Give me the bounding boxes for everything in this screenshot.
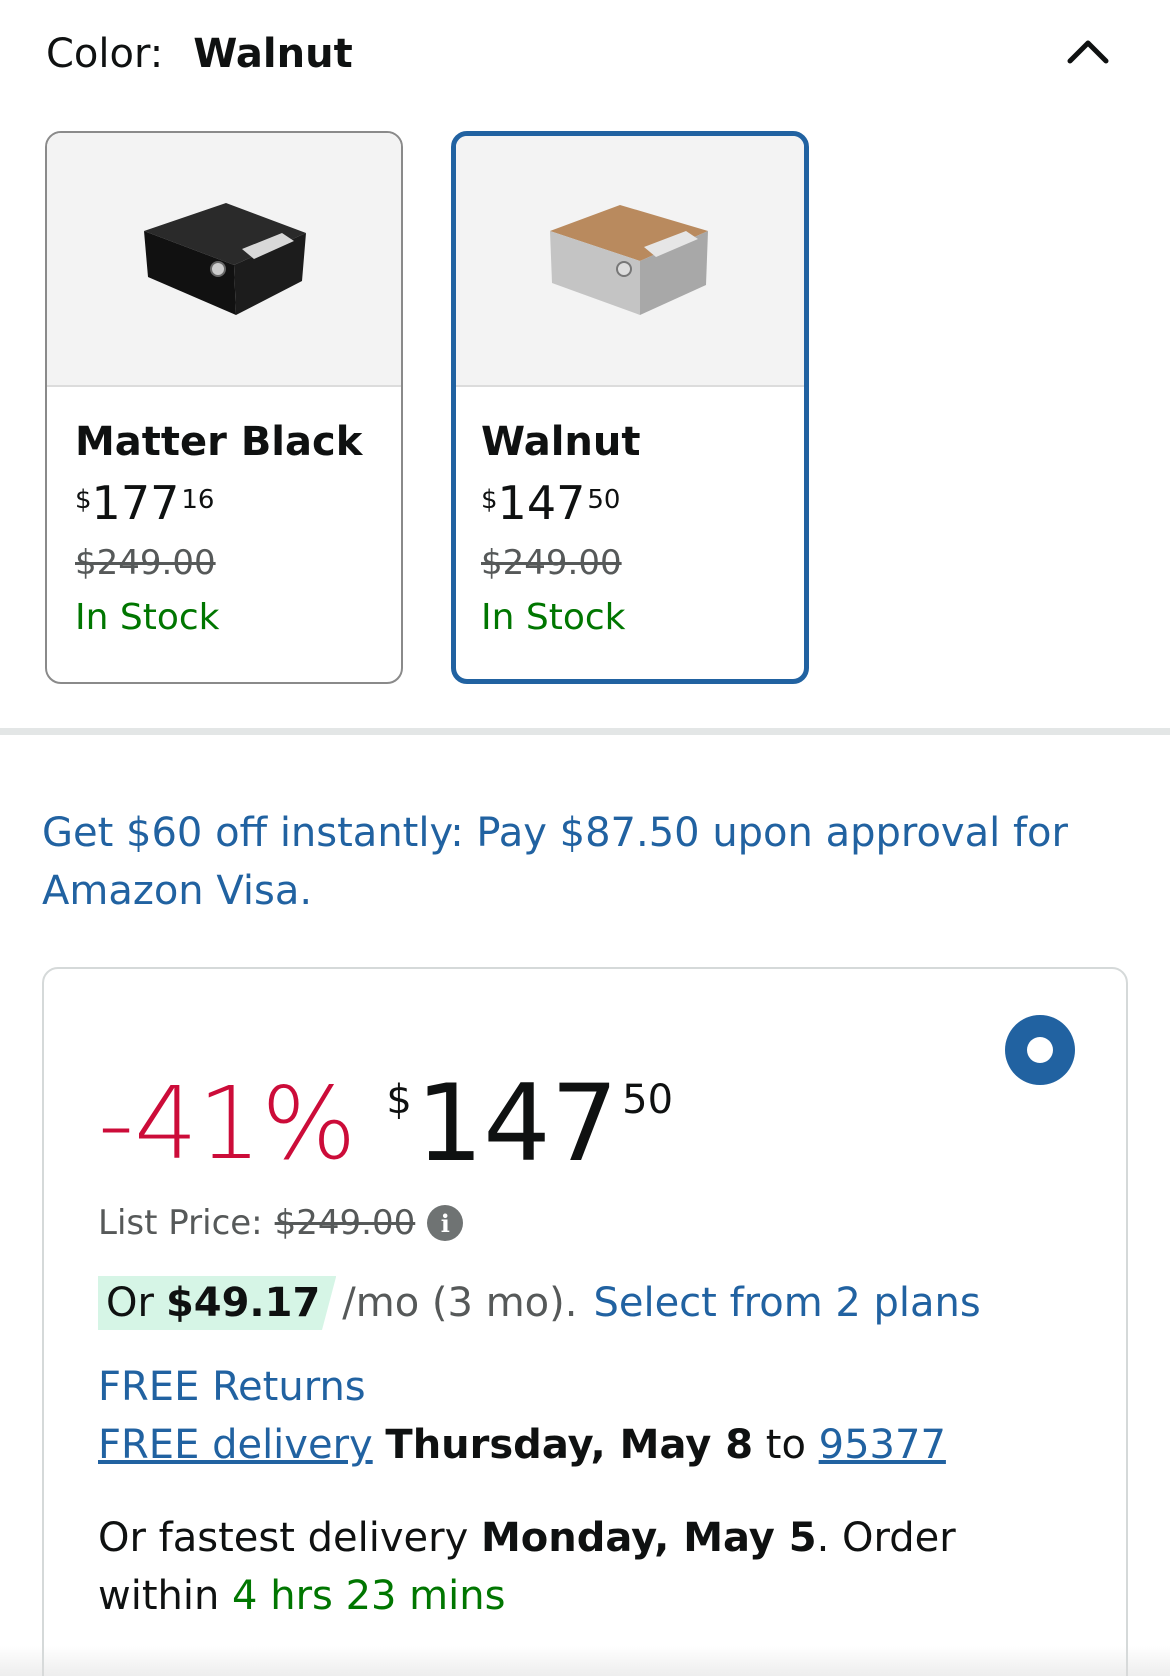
- buy-box: -41% $ 147 50 List Price: $249.00 i Or $…: [42, 967, 1128, 1676]
- price-fraction: 50: [622, 1077, 674, 1123]
- swatch-image-walnut: [456, 136, 804, 387]
- free-delivery-link[interactable]: FREE delivery: [98, 1422, 373, 1468]
- swatch-matter-black[interactable]: Matter Black $ 177 16 $249.00 In Stock: [45, 131, 403, 684]
- price-whole: 147: [415, 1062, 619, 1185]
- monthly-amount: $49.17: [165, 1280, 321, 1326]
- swatch-price: $ 147 50: [481, 477, 804, 529]
- selected-color: Walnut: [193, 31, 353, 77]
- price-currency: $: [481, 485, 498, 515]
- swatch-image-matter-black: [47, 133, 401, 387]
- price-currency: $: [386, 1077, 412, 1123]
- swatch-price: $ 177 16: [75, 477, 401, 529]
- monthly-payment-row: Or $49.17 /mo (3 mo). Select from 2 plan…: [98, 1275, 981, 1331]
- price-fraction: 50: [587, 485, 621, 515]
- color-label: Color:: [46, 31, 164, 77]
- zip-code-link[interactable]: 95377: [819, 1422, 946, 1468]
- swatch-name: Matter Black: [75, 419, 363, 465]
- swatch-stock-status: In Stock: [75, 597, 220, 638]
- select-plans-link[interactable]: Select from 2 plans: [593, 1280, 980, 1326]
- delivery-to: to: [765, 1422, 806, 1468]
- chevron-up-icon[interactable]: [1060, 22, 1116, 78]
- list-price-value: $249.00: [274, 1203, 416, 1243]
- product-options-page: Color: Walnut Matter Black $ 177 16 $249…: [0, 0, 1170, 1676]
- free-returns-link[interactable]: FREE Returns: [98, 1359, 366, 1415]
- monthly-payment-pill: Or $49.17: [98, 1276, 337, 1330]
- section-divider: [0, 728, 1170, 735]
- swatch-list-price: $249.00: [481, 543, 622, 583]
- speaker-black-image: [144, 203, 306, 315]
- price-fraction: 16: [181, 485, 215, 515]
- monthly-term: /mo (3 mo).: [342, 1280, 578, 1326]
- info-icon[interactable]: i: [427, 1205, 464, 1241]
- visa-promo-link[interactable]: Get $60 off instantly: Pay $87.50 upon a…: [42, 804, 1132, 920]
- swatch-list-price: $249.00: [75, 543, 216, 583]
- radio-selected-icon[interactable]: [1005, 1015, 1075, 1085]
- monthly-prefix: Or: [106, 1280, 154, 1326]
- fastest-prefix: Or fastest delivery: [98, 1515, 469, 1561]
- color-header: Color: Walnut: [46, 24, 353, 84]
- price-whole: 177: [91, 476, 180, 530]
- swatch-stock-status: In Stock: [481, 597, 626, 638]
- delivery-row: FREE delivery Thursday, May 8 to 95377: [98, 1417, 946, 1473]
- discount-percent: -41%: [98, 1065, 357, 1182]
- price-whole: 147: [497, 476, 586, 530]
- swatch-name: Walnut: [481, 419, 641, 465]
- price-currency: $: [75, 485, 92, 515]
- delivery-date: Thursday, May 8: [385, 1422, 754, 1468]
- bottom-fade: [0, 1646, 1170, 1676]
- fastest-delivery-text: Or fastest delivery Monday, May 5. Order…: [98, 1509, 1058, 1625]
- list-price-label: List Price:: [98, 1203, 263, 1243]
- current-price: $ 147 50: [386, 1069, 673, 1179]
- list-price-row: List Price: $249.00 i: [98, 1197, 464, 1249]
- speaker-walnut-image: [550, 204, 708, 315]
- order-countdown: 4 hrs 23 mins: [232, 1573, 506, 1619]
- fastest-date: Monday, May 5: [480, 1515, 817, 1561]
- price-row: -41% $ 147 50: [98, 1069, 673, 1179]
- swatch-walnut[interactable]: Walnut $ 147 50 $249.00 In Stock: [451, 131, 809, 684]
